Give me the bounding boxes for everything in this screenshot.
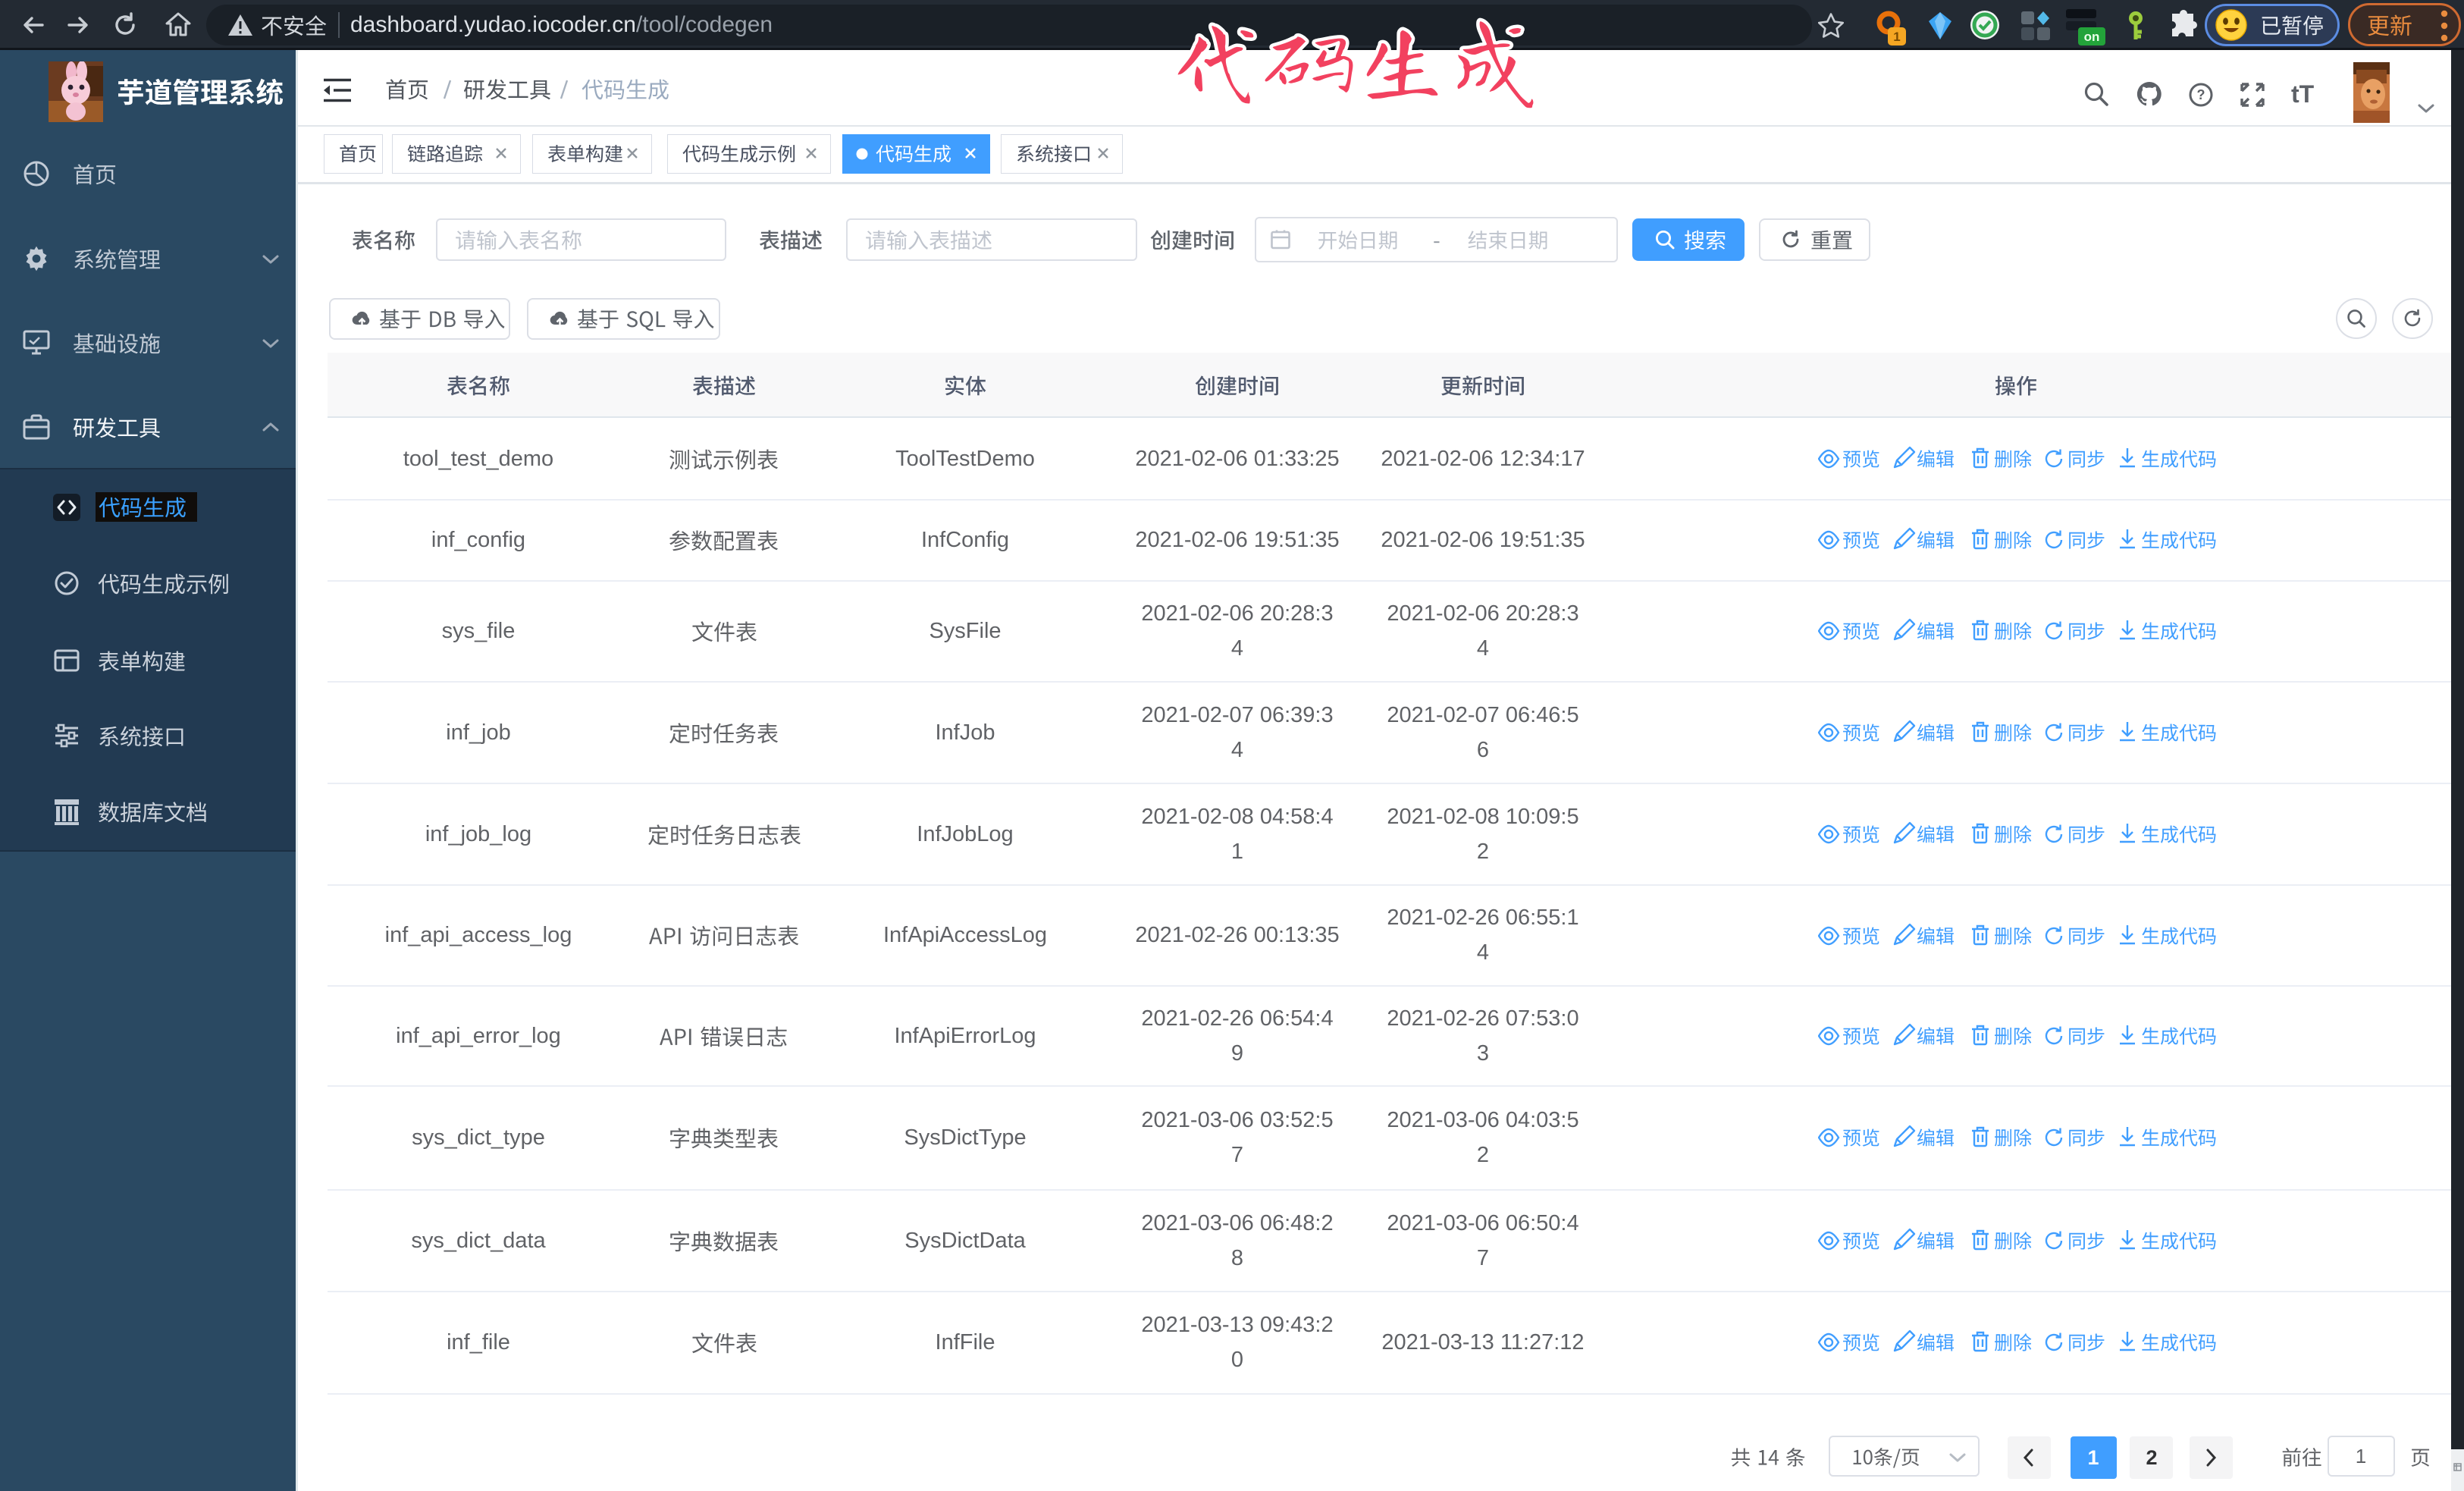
svg-text:1: 1 [1893, 30, 1900, 44]
svg-text:?: ? [2197, 87, 2205, 102]
svg-text:on: on [2084, 30, 2100, 44]
